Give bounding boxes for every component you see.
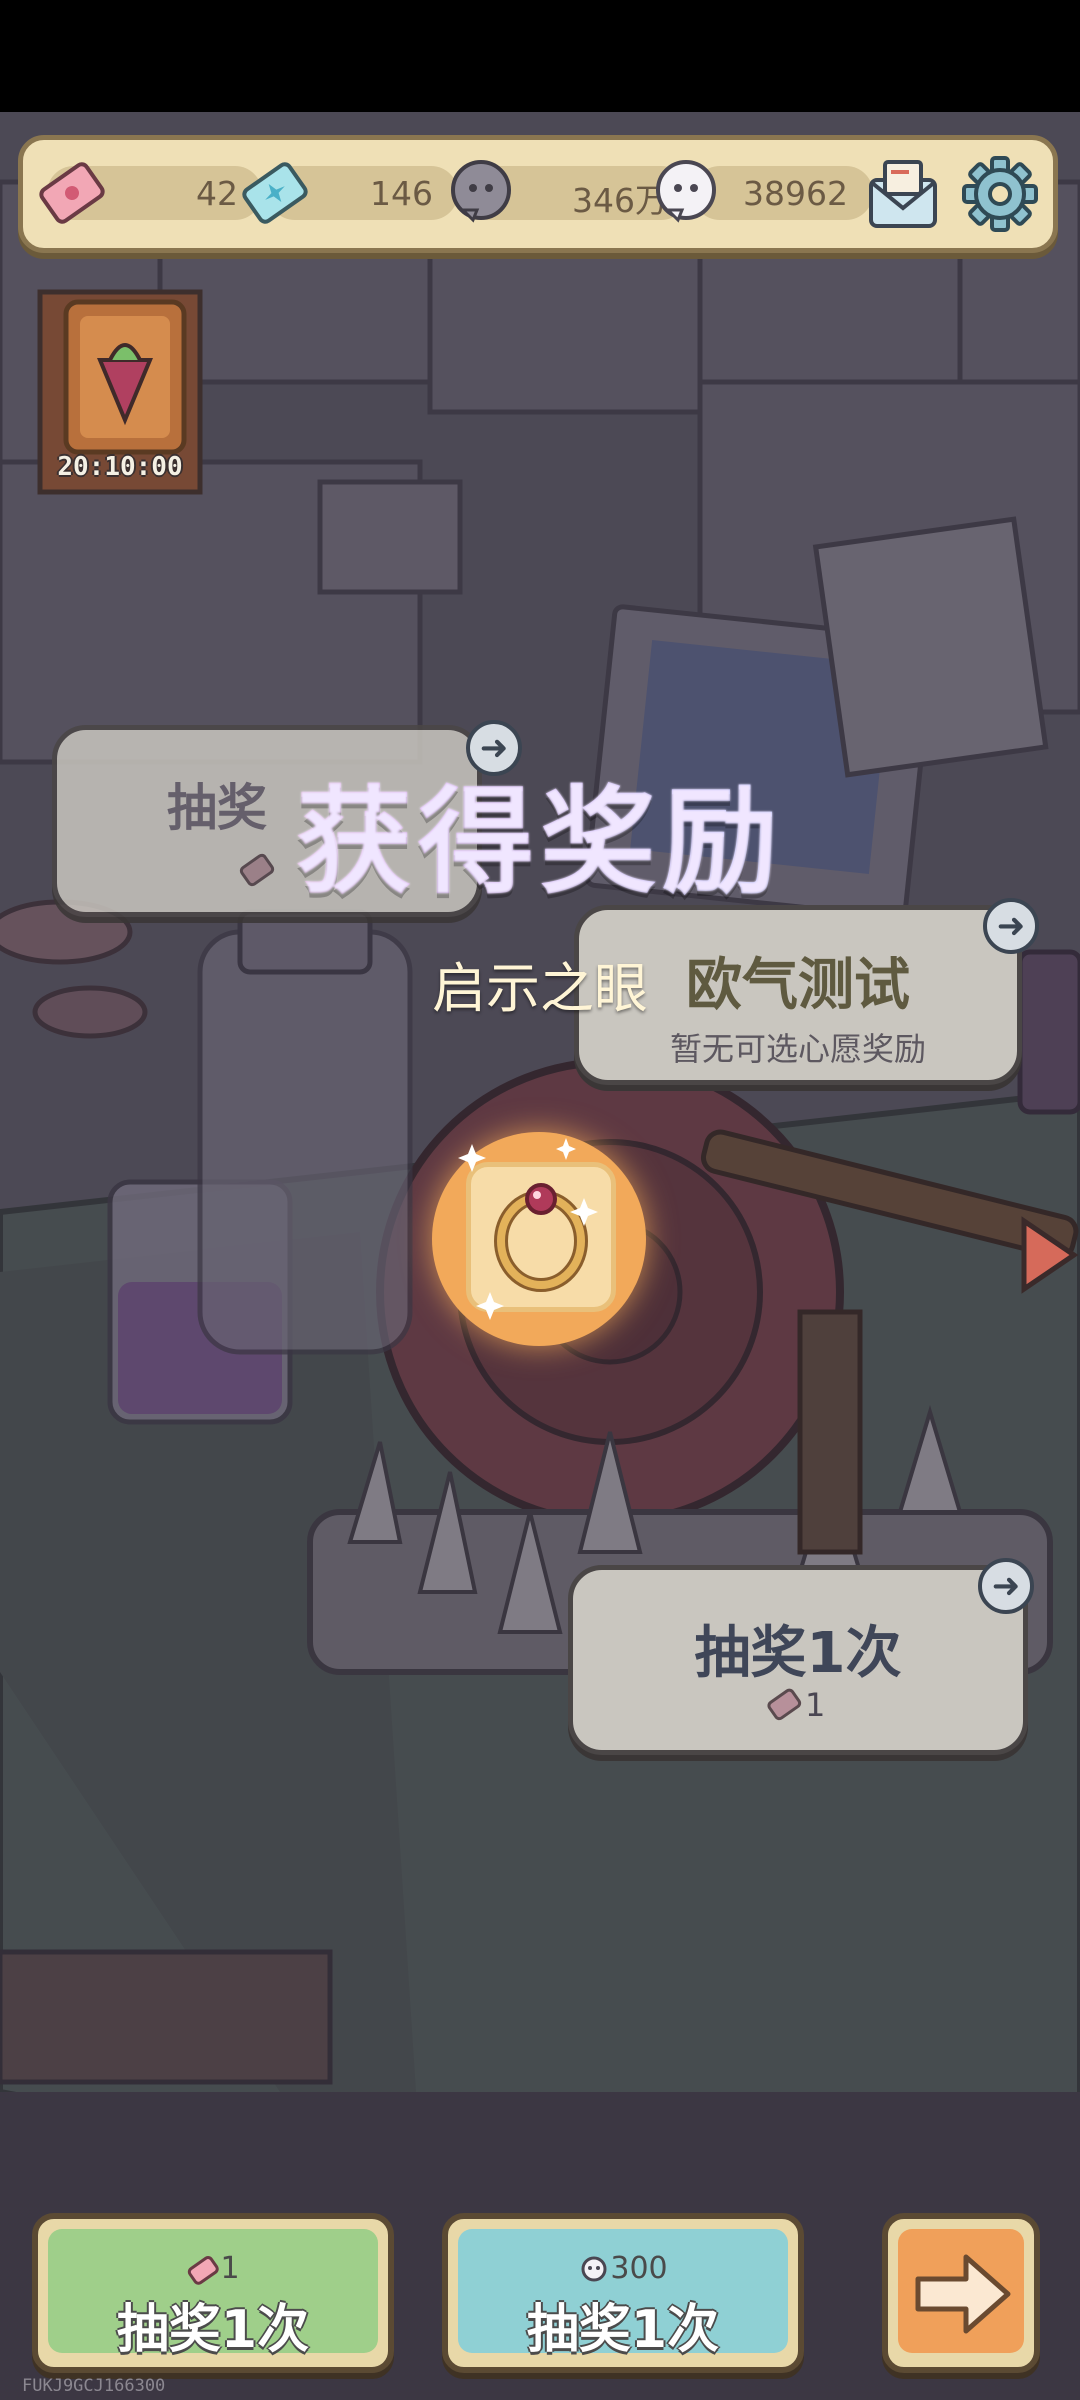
status-bar [0, 0, 1080, 112]
reward-item-name: 启示之眼 [432, 957, 648, 1020]
arrow-right-icon [915, 2254, 1011, 2334]
blue-ticket-icon [242, 162, 308, 224]
mail-icon[interactable] [861, 152, 945, 236]
sparkle-icon [458, 1138, 598, 1320]
ticket-draw-button[interactable]: 1 抽奖1次 [32, 2213, 394, 2373]
event-timer: 20:10:00 [57, 452, 183, 482]
ticket-draw-label: 抽奖1次 [116, 2300, 310, 2360]
soul-draw-button[interactable]: 300 抽奖1次 [442, 2213, 804, 2373]
gear-icon[interactable] [958, 152, 1042, 236]
soul-draw-label: 抽奖1次 [526, 2300, 720, 2360]
strawberry-card-icon [63, 299, 187, 455]
pink-ticket-icon [188, 2255, 220, 2285]
event-icon-button[interactable]: 20:10:00 [30, 290, 210, 490]
scroll-right-icon[interactable] [1018, 1215, 1080, 1295]
pink-ticket-icon [39, 162, 105, 224]
ticket-draw-cost: 1 [38, 2251, 388, 2286]
gray-soul-icon [451, 160, 511, 223]
soul-white-count: 38962 [743, 174, 848, 213]
soul-draw-cost: 300 [448, 2251, 798, 2286]
white-soul-icon [581, 2256, 607, 2281]
draw-once-title: 抽奖1次 [694, 1621, 902, 1686]
pink-ticket-icon [767, 1688, 802, 1721]
luck-test-subtitle: 暂无可选心愿奖励 [669, 1030, 926, 1068]
resource-bar: 42 146 346万 38962 [18, 135, 1058, 253]
draw-once-arrow-icon[interactable]: ➜ [978, 1558, 1034, 1614]
ticket-pink-count: 42 [196, 174, 238, 213]
draw-once-card[interactable]: 抽奖1次 1 [568, 1565, 1028, 1755]
soul-gray-count: 346万 [572, 181, 668, 220]
white-soul-icon [656, 160, 716, 223]
build-id: FUKJ9GCJ166300 [22, 2376, 166, 2396]
reward-title: 获得奖励 [0, 748, 1080, 916]
draw-once-cost: 1 [765, 1686, 845, 1726]
ticket-blue-count: 146 [370, 174, 433, 213]
next-button[interactable] [882, 2213, 1040, 2373]
